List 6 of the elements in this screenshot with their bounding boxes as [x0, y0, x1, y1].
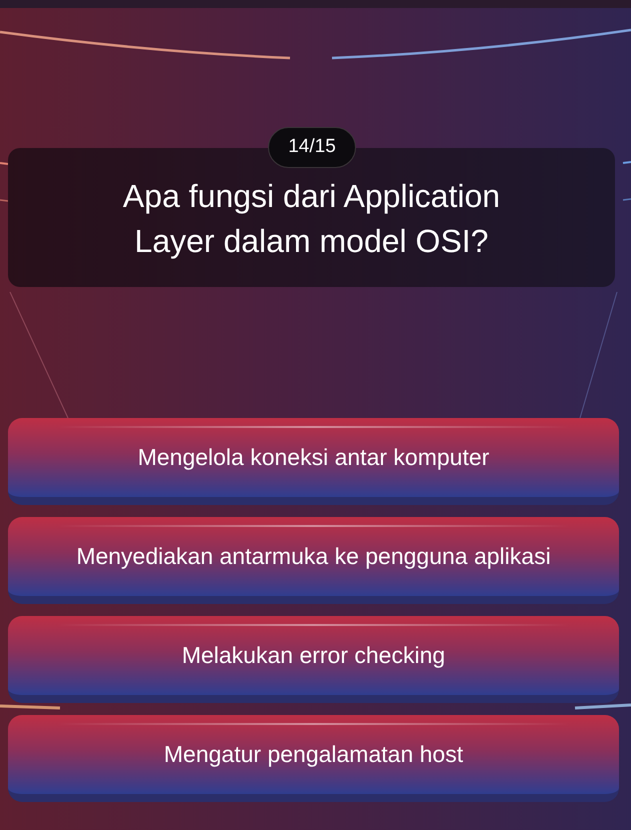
answer-option[interactable]: Menyediakan antarmuka ke pengguna aplikasi	[8, 517, 619, 604]
answer-option[interactable]: Mengelola koneksi antar komputer	[8, 418, 619, 505]
question-counter: 14/15	[268, 127, 356, 168]
answer-option[interactable]: Melakukan error checking	[8, 616, 619, 703]
answer-option[interactable]: Mengatur pengalamatan host	[8, 715, 619, 802]
question-text: Apa fungsi dari Application Layer dalam model OSI?	[122, 177, 502, 261]
